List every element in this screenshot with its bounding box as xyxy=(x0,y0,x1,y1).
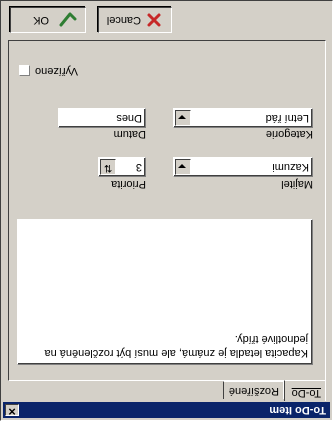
owner-value: Kazumi xyxy=(272,161,309,173)
ok-button-label: OK xyxy=(33,14,49,26)
date-value: Dnes xyxy=(116,112,142,124)
owner-label: Majitel xyxy=(281,178,313,190)
owner-dropdown-button[interactable] xyxy=(175,159,191,175)
chevron-down-icon xyxy=(178,164,186,168)
tab-to-do[interactable]: To-Do xyxy=(284,380,326,401)
x-icon xyxy=(147,13,161,27)
category-value: Letní řád xyxy=(265,112,309,124)
priority-label: Priorita xyxy=(111,178,146,190)
category-dropdown-button[interactable] xyxy=(175,110,191,126)
close-icon[interactable]: ✕ xyxy=(5,404,19,416)
done-label: Vyřízeno xyxy=(34,65,78,77)
chevron-down-icon xyxy=(178,115,186,119)
tab-rozsirene[interactable]: Rozšířené xyxy=(223,381,284,399)
upside-down-dialog: To-Do Item ✕ To-Do Rozšířené Kapacita le… xyxy=(0,0,333,421)
check-icon xyxy=(59,12,77,27)
done-checkbox[interactable] xyxy=(19,65,30,76)
category-label: Kategorie xyxy=(265,128,313,140)
ok-button[interactable]: OK xyxy=(10,7,86,33)
priority-spinner[interactable]: 3 ⇅ xyxy=(98,157,146,177)
notes-text: Kapacita letadla je známá, ale musí být … xyxy=(44,333,308,359)
owner-combobox[interactable]: Kazumi xyxy=(173,157,313,177)
title-bar[interactable]: To-Do Item ✕ xyxy=(3,402,330,418)
category-combobox[interactable]: Letní řád xyxy=(173,108,313,128)
notes-memo[interactable]: Kapacita letadla je známá, ale musí být … xyxy=(17,219,313,365)
cancel-button[interactable]: Cancel xyxy=(98,7,172,33)
todo-dialog-window: To-Do Item ✕ To-Do Rozšířené Kapacita le… xyxy=(0,0,333,421)
button-bar: Cancel OK xyxy=(0,0,332,39)
up-down-arrows-icon[interactable]: ⇅ xyxy=(100,159,116,175)
date-field[interactable]: Dnes xyxy=(58,108,146,128)
priority-value: 3 xyxy=(135,161,142,173)
date-label: Datum xyxy=(113,128,146,140)
window-title: To-Do Item xyxy=(269,404,326,416)
cancel-button-label: Cancel xyxy=(106,14,141,26)
